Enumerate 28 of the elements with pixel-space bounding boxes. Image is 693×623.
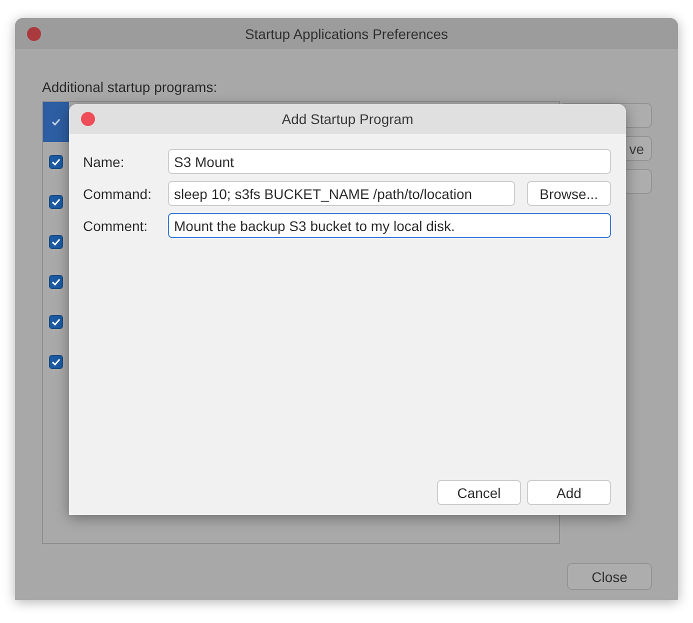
- check-icon: [51, 157, 61, 167]
- check-icon: [51, 277, 61, 287]
- checkbox[interactable]: [49, 195, 63, 209]
- add-button[interactable]: Add: [527, 480, 611, 505]
- field-label: Name:: [83, 154, 126, 170]
- close-button[interactable]: Close: [567, 563, 652, 590]
- field-label: Comment:: [83, 218, 149, 234]
- close-icon[interactable]: [81, 112, 95, 126]
- check-icon: [51, 317, 61, 327]
- browse-button[interactable]: Browse...: [526, 181, 611, 206]
- input-field[interactable]: Mount the backup S3 bucket to my local disk.: [168, 213, 611, 238]
- field-label: Command:: [83, 186, 152, 202]
- check-icon: [51, 117, 61, 127]
- checkbox[interactable]: [49, 315, 63, 329]
- checkbox[interactable]: [49, 355, 63, 369]
- checkbox[interactable]: [49, 235, 63, 249]
- checkbox[interactable]: [49, 275, 63, 289]
- check-icon: [51, 197, 61, 207]
- cancel-button[interactable]: Cancel: [437, 480, 521, 505]
- checkbox[interactable]: [49, 155, 63, 169]
- input-field[interactable]: sleep 10; s3fs BUCKET_NAME /path/to/location: [168, 181, 515, 206]
- list-label: Additional startup programs:: [42, 79, 218, 95]
- input-field[interactable]: S3 Mount: [168, 149, 611, 174]
- check-icon: [51, 237, 61, 247]
- window-title: Startup Applications Preferences: [244, 26, 448, 42]
- close-icon[interactable]: [27, 26, 41, 40]
- dialog-title: Add Startup Program: [282, 111, 414, 127]
- check-icon: [51, 357, 61, 367]
